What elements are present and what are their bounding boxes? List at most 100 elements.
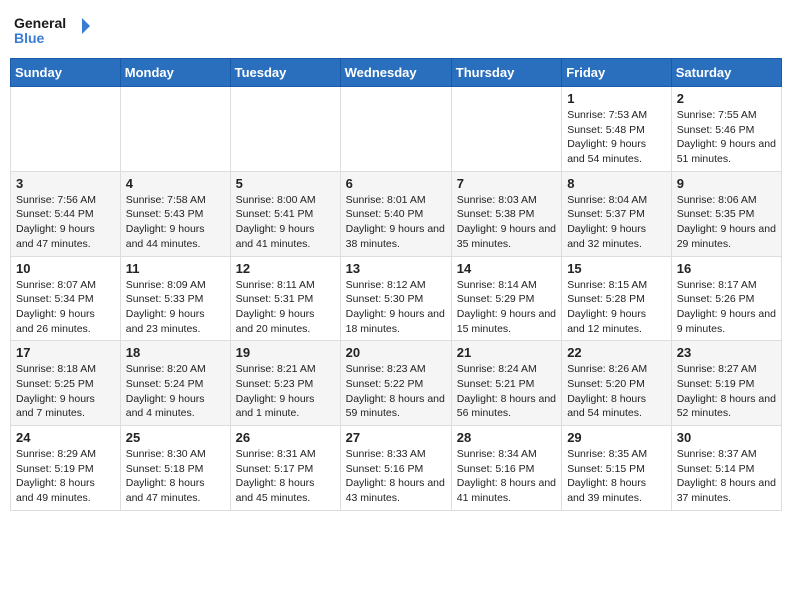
week-row-2: 3 Sunrise: 7:56 AM Sunset: 5:44 PM Daylig… xyxy=(11,171,782,256)
day-cell: 19 Sunrise: 8:21 AM Sunset: 5:23 PM Dayli… xyxy=(230,341,340,426)
day-number: 12 xyxy=(236,261,335,276)
day-number: 16 xyxy=(677,261,776,276)
day-info: Sunrise: 8:33 AM Sunset: 5:16 PM Dayligh… xyxy=(346,447,446,506)
week-row-4: 17Sunrise: 8:18 AM Sunset: 5:25 PM Dayli… xyxy=(11,341,782,426)
day-info: Sunrise: 8:04 AM Sunset: 5:37 PM Dayligh… xyxy=(567,193,666,252)
week-row-5: 24 Sunrise: 8:29 AM Sunset: 5:19 PM Dayli… xyxy=(11,426,782,511)
day-cell: 25 Sunrise: 8:30 AM Sunset: 5:18 PM Dayli… xyxy=(120,426,230,511)
day-info: Sunrise: 8:34 AM Sunset: 5:16 PM Dayligh… xyxy=(457,447,556,506)
day-cell xyxy=(230,87,340,172)
weekday-header-thursday: Thursday xyxy=(451,59,561,87)
day-info: Sunrise: 7:56 AM Sunset: 5:44 PM Dayligh… xyxy=(16,193,115,252)
day-cell: 10 Sunrise: 8:07 AM Sunset: 5:34 PM Dayli… xyxy=(11,256,121,341)
day-cell: 16Sunrise: 8:17 AM Sunset: 5:26 PM Dayli… xyxy=(671,256,781,341)
day-number: 20 xyxy=(346,345,446,360)
day-cell xyxy=(120,87,230,172)
weekday-header-wednesday: Wednesday xyxy=(340,59,451,87)
day-number: 10 xyxy=(16,261,115,276)
day-number: 14 xyxy=(457,261,556,276)
day-info: Sunrise: 7:58 AM Sunset: 5:43 PM Dayligh… xyxy=(126,193,225,252)
day-number: 5 xyxy=(236,176,335,191)
day-cell: 8 Sunrise: 8:04 AM Sunset: 5:37 PM Daylig… xyxy=(562,171,672,256)
day-cell: 4 Sunrise: 7:58 AM Sunset: 5:43 PM Daylig… xyxy=(120,171,230,256)
day-info: Sunrise: 8:31 AM Sunset: 5:17 PM Dayligh… xyxy=(236,447,335,506)
day-number: 6 xyxy=(346,176,446,191)
day-number: 30 xyxy=(677,430,776,445)
day-number: 22 xyxy=(567,345,666,360)
day-cell: 2 Sunrise: 7:55 AM Sunset: 5:46 PM Daylig… xyxy=(671,87,781,172)
day-cell: 7Sunrise: 8:03 AM Sunset: 5:38 PM Daylig… xyxy=(451,171,561,256)
day-info: Sunrise: 8:26 AM Sunset: 5:20 PM Dayligh… xyxy=(567,362,666,421)
logo: General Blue xyxy=(14,10,94,50)
day-number: 26 xyxy=(236,430,335,445)
day-cell xyxy=(11,87,121,172)
weekday-header-friday: Friday xyxy=(562,59,672,87)
svg-text:Blue: Blue xyxy=(14,30,45,46)
day-info: Sunrise: 8:03 AM Sunset: 5:38 PM Dayligh… xyxy=(457,193,556,252)
header: General Blue xyxy=(10,10,782,50)
week-row-3: 10 Sunrise: 8:07 AM Sunset: 5:34 PM Dayli… xyxy=(11,256,782,341)
day-cell: 6 Sunrise: 8:01 AM Sunset: 5:40 PM Daylig… xyxy=(340,171,451,256)
weekday-header-saturday: Saturday xyxy=(671,59,781,87)
day-info: Sunrise: 8:23 AM Sunset: 5:22 PM Dayligh… xyxy=(346,362,446,421)
weekday-header-row: SundayMondayTuesdayWednesdayThursdayFrid… xyxy=(11,59,782,87)
weekday-header-monday: Monday xyxy=(120,59,230,87)
day-cell: 22 Sunrise: 8:26 AM Sunset: 5:20 PM Dayli… xyxy=(562,341,672,426)
day-cell: 3 Sunrise: 7:56 AM Sunset: 5:44 PM Daylig… xyxy=(11,171,121,256)
day-info: Sunrise: 8:07 AM Sunset: 5:34 PM Dayligh… xyxy=(16,278,115,337)
day-cell: 12Sunrise: 8:11 AM Sunset: 5:31 PM Dayli… xyxy=(230,256,340,341)
day-number: 8 xyxy=(567,176,666,191)
day-info: Sunrise: 8:35 AM Sunset: 5:15 PM Dayligh… xyxy=(567,447,666,506)
day-cell: 28Sunrise: 8:34 AM Sunset: 5:16 PM Dayli… xyxy=(451,426,561,511)
day-info: Sunrise: 8:21 AM Sunset: 5:23 PM Dayligh… xyxy=(236,362,335,421)
logo-svg: General Blue xyxy=(14,10,94,50)
day-cell: 13Sunrise: 8:12 AM Sunset: 5:30 PM Dayli… xyxy=(340,256,451,341)
day-info: Sunrise: 8:27 AM Sunset: 5:19 PM Dayligh… xyxy=(677,362,776,421)
day-cell: 1 Sunrise: 7:53 AM Sunset: 5:48 PM Daylig… xyxy=(562,87,672,172)
day-info: Sunrise: 8:20 AM Sunset: 5:24 PM Dayligh… xyxy=(126,362,225,421)
day-number: 21 xyxy=(457,345,556,360)
svg-text:General: General xyxy=(14,15,66,31)
calendar: SundayMondayTuesdayWednesdayThursdayFrid… xyxy=(10,58,782,511)
day-number: 15 xyxy=(567,261,666,276)
day-cell xyxy=(340,87,451,172)
day-cell: 15 Sunrise: 8:15 AM Sunset: 5:28 PM Dayli… xyxy=(562,256,672,341)
day-number: 4 xyxy=(126,176,225,191)
day-cell: 27Sunrise: 8:33 AM Sunset: 5:16 PM Dayli… xyxy=(340,426,451,511)
week-row-1: 1 Sunrise: 7:53 AM Sunset: 5:48 PM Daylig… xyxy=(11,87,782,172)
day-cell: 17Sunrise: 8:18 AM Sunset: 5:25 PM Dayli… xyxy=(11,341,121,426)
day-number: 3 xyxy=(16,176,115,191)
day-info: Sunrise: 8:30 AM Sunset: 5:18 PM Dayligh… xyxy=(126,447,225,506)
day-number: 1 xyxy=(567,91,666,106)
day-cell: 20 Sunrise: 8:23 AM Sunset: 5:22 PM Dayli… xyxy=(340,341,451,426)
day-cell: 14Sunrise: 8:14 AM Sunset: 5:29 PM Dayli… xyxy=(451,256,561,341)
day-cell: 23 Sunrise: 8:27 AM Sunset: 5:19 PM Dayli… xyxy=(671,341,781,426)
day-number: 11 xyxy=(126,261,225,276)
day-cell: 11Sunrise: 8:09 AM Sunset: 5:33 PM Dayli… xyxy=(120,256,230,341)
day-number: 19 xyxy=(236,345,335,360)
day-info: Sunrise: 8:24 AM Sunset: 5:21 PM Dayligh… xyxy=(457,362,556,421)
day-cell: 18Sunrise: 8:20 AM Sunset: 5:24 PM Dayli… xyxy=(120,341,230,426)
day-info: Sunrise: 8:15 AM Sunset: 5:28 PM Dayligh… xyxy=(567,278,666,337)
day-info: Sunrise: 7:53 AM Sunset: 5:48 PM Dayligh… xyxy=(567,108,666,167)
day-cell: 21 Sunrise: 8:24 AM Sunset: 5:21 PM Dayli… xyxy=(451,341,561,426)
day-number: 24 xyxy=(16,430,115,445)
day-number: 23 xyxy=(677,345,776,360)
day-cell: 5 Sunrise: 8:00 AM Sunset: 5:41 PM Daylig… xyxy=(230,171,340,256)
day-cell: 26 Sunrise: 8:31 AM Sunset: 5:17 PM Dayli… xyxy=(230,426,340,511)
day-number: 2 xyxy=(677,91,776,106)
day-info: Sunrise: 8:12 AM Sunset: 5:30 PM Dayligh… xyxy=(346,278,446,337)
day-info: Sunrise: 8:00 AM Sunset: 5:41 PM Dayligh… xyxy=(236,193,335,252)
day-number: 17 xyxy=(16,345,115,360)
day-cell xyxy=(451,87,561,172)
day-cell: 24 Sunrise: 8:29 AM Sunset: 5:19 PM Dayli… xyxy=(11,426,121,511)
day-cell: 30Sunrise: 8:37 AM Sunset: 5:14 PM Dayli… xyxy=(671,426,781,511)
day-info: Sunrise: 8:01 AM Sunset: 5:40 PM Dayligh… xyxy=(346,193,446,252)
day-cell: 9Sunrise: 8:06 AM Sunset: 5:35 PM Daylig… xyxy=(671,171,781,256)
weekday-header-sunday: Sunday xyxy=(11,59,121,87)
day-number: 9 xyxy=(677,176,776,191)
calendar-body: 1 Sunrise: 7:53 AM Sunset: 5:48 PM Daylig… xyxy=(11,87,782,511)
day-info: Sunrise: 8:29 AM Sunset: 5:19 PM Dayligh… xyxy=(16,447,115,506)
day-info: Sunrise: 7:55 AM Sunset: 5:46 PM Dayligh… xyxy=(677,108,776,167)
day-number: 25 xyxy=(126,430,225,445)
